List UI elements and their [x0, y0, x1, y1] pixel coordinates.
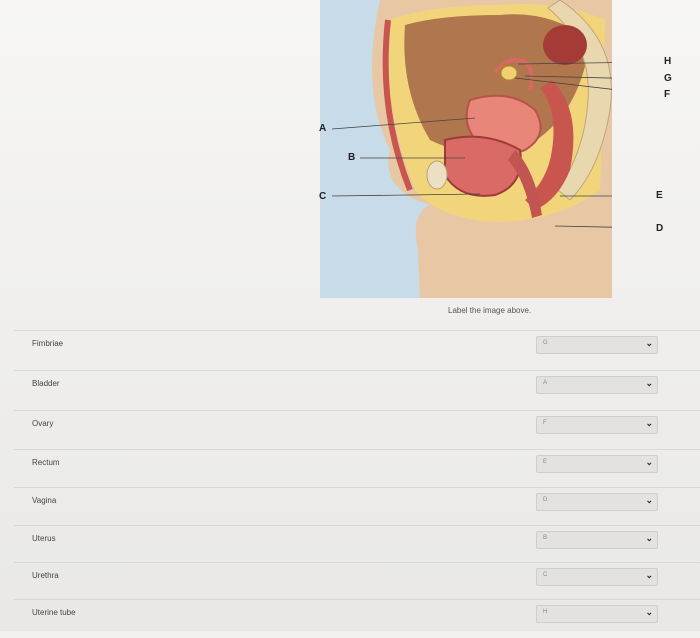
term-label: Ovary [32, 419, 54, 428]
dropdown-value: H [543, 609, 548, 615]
answer-dropdown[interactable]: G ⌄ [536, 336, 658, 354]
dropdown-value: E [543, 459, 548, 465]
answer-row-bladder: Bladder A ⌄ [14, 370, 700, 409]
answer-row-fimbriae: Fimbriae G ⌄ [14, 330, 700, 369]
answer-dropdown[interactable]: D ⌄ [536, 493, 658, 511]
dropdown-value: D [543, 497, 548, 503]
term-label: Rectum [32, 458, 60, 467]
label-letter-f: F [664, 89, 671, 100]
term-label: Bladder [32, 379, 60, 388]
chevron-down-icon: ⌄ [645, 570, 653, 580]
dropdown-value: F [543, 420, 547, 426]
answer-dropdown[interactable]: B ⌄ [536, 531, 658, 549]
answer-dropdown[interactable]: A ⌄ [536, 376, 658, 394]
answer-row-urethra: Urethra C ⌄ [14, 562, 700, 601]
dropdown-value: A [543, 380, 548, 386]
label-letter-e: E [656, 190, 663, 201]
label-letter-d: D [656, 223, 664, 234]
term-label: Urethra [32, 571, 59, 580]
answer-row-rectum: Rectum E ⌄ [14, 449, 700, 488]
chevron-down-icon: ⌄ [645, 533, 653, 543]
term-label: Fimbriae [32, 339, 64, 348]
answer-dropdown[interactable]: F ⌄ [536, 416, 658, 434]
term-label: Uterine tube [32, 608, 76, 617]
chevron-down-icon: ⌄ [645, 607, 653, 617]
dropdown-value: B [543, 535, 548, 541]
answer-row-uterine-tube: Uterine tube H ⌄ [14, 599, 700, 638]
female-pelvis-illustration [331, 0, 612, 298]
label-letter-a: A [319, 123, 327, 134]
label-letter-g: G [664, 73, 672, 84]
chevron-down-icon: ⌄ [645, 418, 653, 428]
figure-caption: Label the image above. [448, 306, 532, 315]
answer-dropdown[interactable]: H ⌄ [536, 605, 658, 623]
chevron-down-icon: ⌄ [645, 495, 653, 505]
answer-row-vagina: Vagina D ⌄ [14, 487, 700, 526]
chevron-down-icon: ⌄ [645, 457, 653, 467]
answer-row-ovary: Ovary F ⌄ [14, 410, 700, 449]
dropdown-value: G [543, 340, 548, 346]
chevron-down-icon: ⌄ [645, 338, 653, 348]
label-letter-c: C [319, 191, 327, 202]
label-letter-b: B [348, 152, 356, 163]
term-label: Vagina [32, 496, 57, 505]
label-letter-h: H [664, 56, 672, 67]
anatomy-figure [320, 0, 612, 298]
term-label: Uterus [32, 534, 56, 543]
dropdown-value: C [543, 572, 548, 578]
answer-dropdown[interactable]: E ⌄ [536, 455, 658, 473]
chevron-down-icon: ⌄ [645, 378, 653, 388]
answer-dropdown[interactable]: C ⌄ [536, 568, 658, 586]
answer-row-uterus: Uterus B ⌄ [14, 525, 700, 564]
